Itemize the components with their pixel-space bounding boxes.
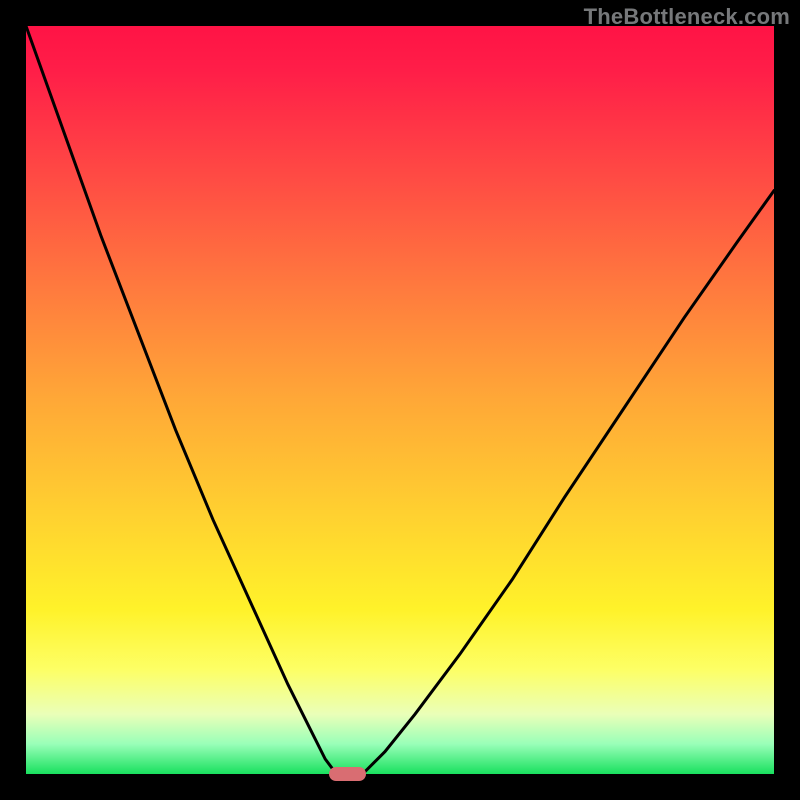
plot-area [26,26,774,774]
chart-frame: TheBottleneck.com [0,0,800,800]
bottleneck-curve [26,26,774,774]
optimal-range-marker [329,767,366,781]
watermark-text: TheBottleneck.com [584,4,790,30]
curve-right-branch [363,191,774,774]
curve-left-branch [26,26,336,774]
